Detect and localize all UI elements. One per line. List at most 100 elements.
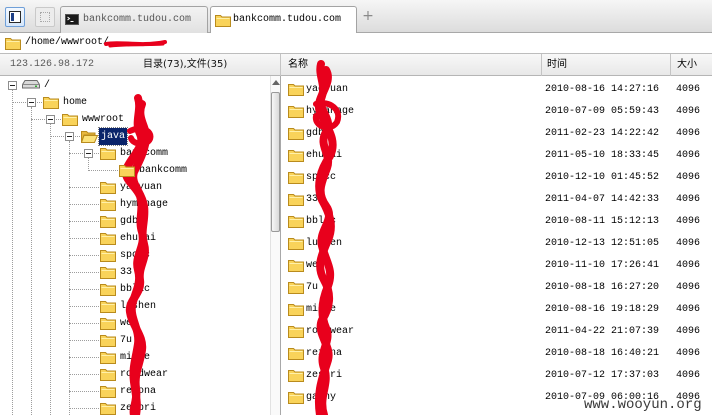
tree-connector-line xyxy=(69,391,99,392)
folder-icon xyxy=(288,171,304,184)
folder-icon xyxy=(288,391,304,404)
sidebar-toggle-button[interactable] xyxy=(5,7,25,27)
column-header-time[interactable]: 时间 xyxy=(547,59,567,71)
collapse-toggle-icon[interactable] xyxy=(84,149,93,158)
tab-file-manager[interactable]: bankcomm.tudou.com xyxy=(210,6,357,34)
address-bar[interactable]: /home/wwwroot/ xyxy=(0,33,712,54)
file-row[interactable]: gdb 2011-02-23 14:22:42 4096 xyxy=(281,123,712,145)
file-row[interactable]: lushen 2010-12-13 12:51:05 4096 xyxy=(281,233,712,255)
tree-item[interactable]: ehutai xyxy=(0,230,270,247)
tree-rows: / home wwwroot java bankcomm bankcomm yaoyuan h… xyxy=(0,76,270,415)
file-row[interactable]: mione 2010-08-16 19:18:29 4096 xyxy=(281,299,712,321)
file-name: roadwear xyxy=(306,326,355,337)
folder-icon xyxy=(119,164,135,177)
tab-label: bankcomm.tudou.com xyxy=(233,14,342,25)
file-time: 2011-04-07 14:42:33 xyxy=(545,194,660,205)
tree-connector-line xyxy=(69,323,99,324)
tree-item[interactable]: bblac xyxy=(0,281,270,298)
watermark: www.wooyun.org xyxy=(584,397,702,413)
file-row[interactable]: hymanage 2010-07-09 05:59:43 4096 xyxy=(281,101,712,123)
file-size: 4096 xyxy=(676,370,701,381)
column-resize-handle[interactable] xyxy=(541,54,542,76)
tree-item[interactable]: home xyxy=(0,94,270,111)
tree-item-label: roadwear xyxy=(120,369,169,380)
tree-item[interactable]: gdb xyxy=(0,213,270,230)
file-row[interactable]: yaoyuan 2010-08-16 14:27:16 4096 xyxy=(281,79,712,101)
tree-item-label: mione xyxy=(120,352,151,363)
file-row[interactable]: spccc 2010-12-10 01:45:52 4096 xyxy=(281,167,712,189)
file-row[interactable]: 7u 2010-08-18 16:27:20 4096 xyxy=(281,277,712,299)
tree-connector-line xyxy=(69,187,99,188)
folder-icon xyxy=(100,283,116,296)
tree-item[interactable]: java xyxy=(0,127,270,146)
tree-item[interactable]: rezona xyxy=(0,383,270,400)
file-name: gdb xyxy=(306,128,325,139)
tree-item-label: java xyxy=(97,127,129,146)
tree-item[interactable]: roadwear xyxy=(0,366,270,383)
disabled-tool-button[interactable] xyxy=(35,7,55,27)
scroll-up-icon[interactable] xyxy=(272,80,280,85)
file-row[interactable]: wei 2010-11-10 17:26:41 4096 xyxy=(281,255,712,277)
tree-item[interactable]: yaoyuan xyxy=(0,179,270,196)
file-name: yaoyuan xyxy=(306,84,349,95)
file-row[interactable]: bblac 2010-08-11 15:12:13 4096 xyxy=(281,211,712,233)
file-name: rezona xyxy=(306,348,343,359)
folder-icon xyxy=(62,113,78,126)
folder-icon xyxy=(288,281,304,294)
folder-icon xyxy=(288,83,304,96)
tree-item[interactable]: spccc xyxy=(0,247,270,264)
address-path[interactable]: /home/wwwroot/ xyxy=(25,37,109,49)
collapse-toggle-icon[interactable] xyxy=(8,81,17,90)
tree-item[interactable]: bankcomm xyxy=(0,162,270,179)
file-row[interactable]: ehutai 2011-05-10 18:33:45 4096 xyxy=(281,145,712,167)
file-name: 33 xyxy=(306,194,319,205)
list-header: 123.126.98.172 目录(73),文件(35) 名称 时间 大小 xyxy=(0,54,712,76)
collapse-toggle-icon[interactable] xyxy=(65,132,74,141)
tab-label: bankcomm.tudou.com xyxy=(83,14,192,25)
file-size: 4096 xyxy=(676,172,701,183)
tree-item-label: 33 xyxy=(120,267,133,278)
tree-connector-line xyxy=(69,272,99,273)
tree-item[interactable]: 33 xyxy=(0,264,270,281)
file-row[interactable]: rezona 2010-08-18 16:40:21 4096 xyxy=(281,343,712,365)
folder-icon xyxy=(288,193,304,206)
file-time: 2010-08-11 15:12:13 xyxy=(545,216,660,227)
file-row[interactable]: zespri 2010-07-12 17:37:03 4096 xyxy=(281,365,712,387)
tree-item[interactable]: wei xyxy=(0,315,270,332)
tree-item[interactable]: lushen xyxy=(0,298,270,315)
tree-connector-line xyxy=(69,289,99,290)
tree-item[interactable]: hymanage xyxy=(0,196,270,213)
collapse-toggle-icon[interactable] xyxy=(27,98,36,107)
tree-item-label: lushen xyxy=(120,301,157,312)
tree-item[interactable]: wwwroot xyxy=(0,111,270,128)
file-time: 2010-07-12 17:37:03 xyxy=(545,370,660,381)
file-name: hymanage xyxy=(306,106,355,117)
column-header-size[interactable]: 大小 xyxy=(677,59,697,71)
file-time: 2010-07-09 05:59:43 xyxy=(545,106,660,117)
tree-connector-line xyxy=(69,408,99,409)
file-size: 4096 xyxy=(676,150,701,161)
folder-icon xyxy=(100,300,116,313)
folder-icon xyxy=(288,105,304,118)
file-size: 4096 xyxy=(676,128,701,139)
collapse-toggle-icon[interactable] xyxy=(46,115,55,124)
file-time: 2011-05-10 18:33:45 xyxy=(545,150,660,161)
new-tab-button[interactable]: + xyxy=(361,8,375,24)
column-resize-handle[interactable] xyxy=(670,54,671,76)
folder-icon xyxy=(100,198,116,211)
scrollbar-thumb[interactable] xyxy=(271,92,280,232)
tree-scrollbar[interactable] xyxy=(270,76,280,415)
tree-item[interactable]: bankcomm xyxy=(0,145,270,162)
tree-item[interactable]: / xyxy=(0,77,270,94)
tree-connector-line xyxy=(69,255,99,256)
file-row[interactable]: 33 2011-04-07 14:42:33 4096 xyxy=(281,189,712,211)
file-row[interactable]: roadwear 2011-04-22 21:07:39 4096 xyxy=(281,321,712,343)
tree-item[interactable]: zespri xyxy=(0,400,270,415)
tree-item[interactable]: mione xyxy=(0,349,270,366)
file-name: lushen xyxy=(306,238,343,249)
tab-terminal[interactable]: bankcomm.tudou.com xyxy=(60,6,208,33)
tree-item[interactable]: 7u xyxy=(0,332,270,349)
file-size: 4096 xyxy=(676,326,701,337)
folder-icon xyxy=(288,325,304,338)
column-header-name[interactable]: 名称 xyxy=(288,59,308,71)
